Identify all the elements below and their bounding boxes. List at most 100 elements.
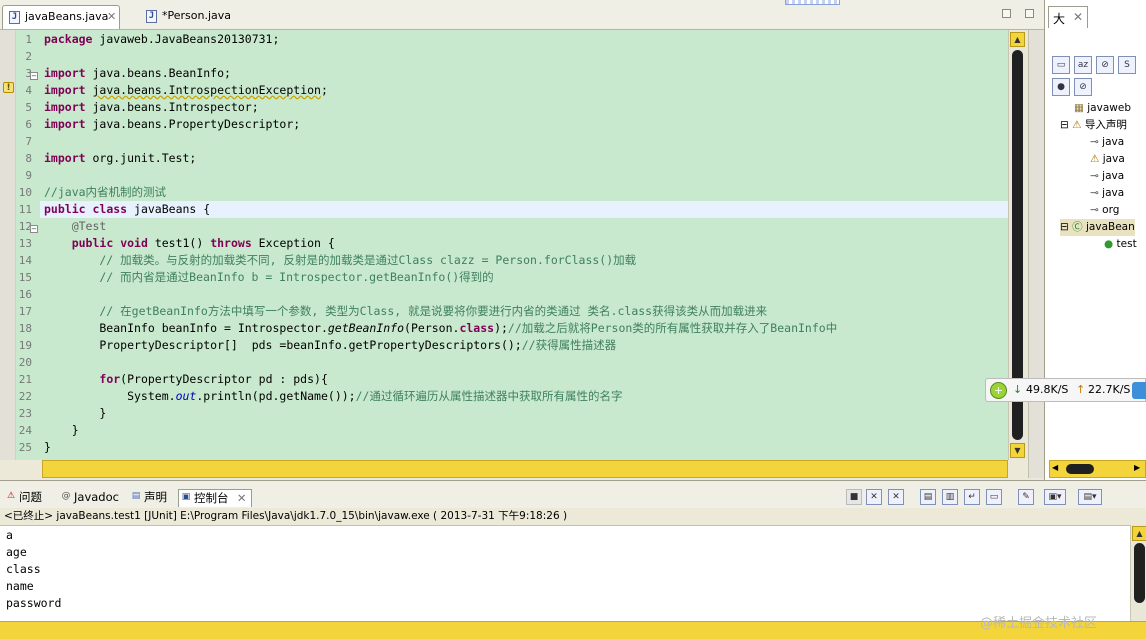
download-arrow-icon: ↓ bbox=[1013, 383, 1023, 396]
import-icon: ⊸ bbox=[1090, 136, 1099, 148]
scroll-down-icon[interactable]: ▼ bbox=[1010, 443, 1025, 458]
outline-import-node[interactable]: ⊸ java bbox=[1090, 168, 1124, 185]
code-line[interactable]: // 而内省是通过BeanInfo b = Introspector.getBe… bbox=[44, 269, 493, 286]
code-line[interactable]: } bbox=[44, 439, 51, 456]
outline-package-node[interactable]: ▦ javaweb bbox=[1074, 100, 1131, 117]
overview-marker-strip bbox=[785, 0, 840, 5]
code-line[interactable]: } bbox=[44, 422, 79, 439]
import-icon: ⊸ bbox=[1090, 204, 1099, 216]
show-on-output-icon[interactable]: ▭ bbox=[986, 489, 1002, 505]
node-label: java bbox=[1102, 170, 1125, 182]
scroll-lock-icon[interactable]: ▥ bbox=[942, 489, 958, 505]
close-icon[interactable]: ✕ bbox=[107, 6, 116, 28]
outline-class-node[interactable]: ⊟ Ⓒ javaBean bbox=[1060, 219, 1135, 236]
node-label: javaweb bbox=[1087, 102, 1131, 114]
code-line[interactable]: BeanInfo beanInfo = Introspector.getBean… bbox=[44, 320, 837, 337]
code-line[interactable]: for(PropertyDescriptor pd : pds){ bbox=[44, 371, 328, 388]
scroll-up-icon[interactable]: ▲ bbox=[1010, 32, 1025, 47]
outline-import-node[interactable]: ⊸ java bbox=[1090, 185, 1124, 202]
code-line[interactable]: } bbox=[44, 405, 106, 422]
download-speed: 49.8K/S bbox=[1026, 383, 1069, 396]
collapse-all-icon[interactable]: ▭ bbox=[1052, 56, 1070, 74]
editor-horizontal-scrollbar[interactable] bbox=[42, 460, 1008, 478]
tab-javadoc[interactable]: @ Javadoc bbox=[59, 489, 119, 507]
terminate-icon[interactable]: ■ bbox=[846, 489, 862, 505]
code-line[interactable]: @Test bbox=[44, 218, 107, 235]
console-horizontal-scrollbar[interactable] bbox=[0, 621, 1146, 639]
fold-toggle-icon[interactable]: − bbox=[30, 225, 38, 233]
pin-console-icon[interactable]: ✎ bbox=[1018, 489, 1034, 505]
tab-console[interactable]: ▣ 控制台 ✕ bbox=[178, 489, 252, 507]
remove-launch-icon[interactable]: ✕ bbox=[866, 489, 882, 505]
eclipse-window: J javaBeans.java ✕ J *Person.java ! 1234… bbox=[0, 0, 1146, 639]
console-icon: ▣ bbox=[181, 492, 191, 502]
code-line[interactable]: package javaweb.JavaBeans20130731; bbox=[44, 31, 279, 48]
upload-arrow-icon: ↑ bbox=[1076, 383, 1086, 396]
outline-tab-label: 大 bbox=[1053, 12, 1066, 26]
fold-toggle-icon[interactable]: − bbox=[30, 72, 38, 80]
outline-import-node[interactable]: ⊸ java bbox=[1090, 134, 1124, 151]
bottom-view-tabbar: ⚠ 问题 @ Javadoc ▤ 声明 ▣ 控制台 ✕ ■ ✕ ✕ ▤ ▥ ↵ … bbox=[0, 480, 1146, 508]
minimize-icon[interactable] bbox=[1002, 9, 1011, 18]
tab-declaration[interactable]: ▤ 声明 bbox=[129, 489, 167, 507]
outline-import-node[interactable]: ⚠ java bbox=[1090, 151, 1125, 168]
console-line: class bbox=[6, 562, 41, 576]
code-line[interactable]: // 在getBeanInfo方法中填写一个参数, 类型为Class, 就是说要… bbox=[44, 303, 767, 320]
hide-local-types-icon[interactable]: ⊘ bbox=[1074, 78, 1092, 96]
hide-nonpublic-icon[interactable]: ● bbox=[1052, 78, 1070, 96]
problems-icon: ⚠ bbox=[6, 491, 16, 501]
console-process-status: <已终止> javaBeans.test1 [JUnit] E:\Program… bbox=[0, 508, 1146, 525]
code-text-area[interactable]: package javaweb.JavaBeans20130731; import… bbox=[40, 30, 1010, 460]
clear-console-icon[interactable]: ▤ bbox=[920, 489, 936, 505]
close-icon[interactable]: ✕ bbox=[237, 490, 247, 506]
console-output[interactable]: a age class name password bbox=[0, 525, 1130, 621]
code-editor[interactable]: ! 1 2 3 4 5 6 7 8 9 10 11 12 13 14 15 16 17 18 19 20 21 22 23 2… bbox=[0, 30, 1028, 460]
tab-javabeans-java[interactable]: J javaBeans.java ✕ bbox=[2, 5, 120, 29]
code-line[interactable]: // 加载类。与反射的加载类不同, 反射是的加载类是通过Class clazz … bbox=[44, 252, 636, 269]
code-line[interactable]: import java.beans.BeanInfo; bbox=[44, 65, 231, 82]
collapse-icon[interactable]: ⊟ bbox=[1060, 119, 1069, 131]
folding-ruler: − − bbox=[30, 30, 40, 460]
sort-icon[interactable]: az bbox=[1074, 56, 1092, 74]
code-line[interactable]: import java.beans.PropertyDescriptor; bbox=[44, 116, 300, 133]
warning-icon[interactable]: ! bbox=[3, 82, 14, 93]
tab-person-java[interactable]: J *Person.java bbox=[140, 5, 250, 29]
maximize-icon[interactable] bbox=[1025, 9, 1034, 18]
open-console-dropdown-icon[interactable]: ▤▾ bbox=[1078, 489, 1102, 505]
scroll-left-icon[interactable]: ◀ bbox=[1052, 463, 1058, 472]
hide-fields-icon[interactable]: ⊘ bbox=[1096, 56, 1114, 74]
outline-import-node[interactable]: ⊸ org bbox=[1090, 202, 1119, 219]
remove-all-terminated-icon[interactable]: ✕ bbox=[888, 489, 904, 505]
code-line[interactable]: public class javaBeans { bbox=[40, 201, 1010, 218]
network-speed-widget[interactable]: + ↓ 49.8K/S ↑ 22.7K/S bbox=[985, 378, 1146, 402]
close-icon[interactable]: ✕ bbox=[1073, 10, 1083, 24]
scroll-right-icon[interactable]: ▶ bbox=[1134, 463, 1140, 472]
display-console-dropdown-icon[interactable]: ▣▾ bbox=[1044, 489, 1066, 505]
scroll-thumb[interactable] bbox=[1066, 464, 1094, 474]
outline-horizontal-scrollbar[interactable]: ◀ ▶ bbox=[1049, 460, 1146, 478]
java-file-icon: J bbox=[9, 11, 20, 24]
code-line[interactable]: System.out.println(pd.getName());//通过循环遍… bbox=[44, 388, 622, 405]
import-icon: ⊸ bbox=[1090, 187, 1099, 199]
upload-speed: 22.7K/S bbox=[1088, 383, 1131, 396]
word-wrap-icon[interactable]: ↵ bbox=[964, 489, 980, 505]
outline-tab[interactable]: 大 ✕ bbox=[1048, 6, 1088, 28]
tab-label: 声明 bbox=[144, 490, 167, 504]
outline-imports-node[interactable]: ⊟ ⚠ 导入声明 bbox=[1060, 117, 1127, 134]
console-vertical-scrollbar[interactable]: ▲ bbox=[1130, 525, 1146, 621]
code-line[interactable]: //java内省机制的测试 bbox=[44, 184, 166, 201]
scroll-up-icon[interactable]: ▲ bbox=[1132, 526, 1146, 541]
collapse-icon[interactable]: ⊟ bbox=[1060, 221, 1069, 233]
code-line[interactable]: import java.beans.IntrospectionException… bbox=[44, 82, 328, 99]
tab-problems[interactable]: ⚠ 问题 bbox=[4, 489, 42, 507]
public-method-icon: ● bbox=[1104, 238, 1114, 250]
node-label: javaBean bbox=[1086, 221, 1135, 233]
outline-method-node[interactable]: ● test bbox=[1104, 236, 1137, 253]
editor-tab-bar: J javaBeans.java ✕ J *Person.java bbox=[0, 0, 1044, 30]
code-line[interactable]: import java.beans.Introspector; bbox=[44, 99, 259, 116]
code-line[interactable]: PropertyDescriptor[] pds =beanInfo.getPr… bbox=[44, 337, 616, 354]
code-line[interactable]: public void test1() throws Exception { bbox=[44, 235, 335, 252]
code-line[interactable]: import org.junit.Test; bbox=[44, 150, 196, 167]
scroll-thumb[interactable] bbox=[1134, 543, 1145, 603]
hide-static-icon[interactable]: S bbox=[1118, 56, 1136, 74]
